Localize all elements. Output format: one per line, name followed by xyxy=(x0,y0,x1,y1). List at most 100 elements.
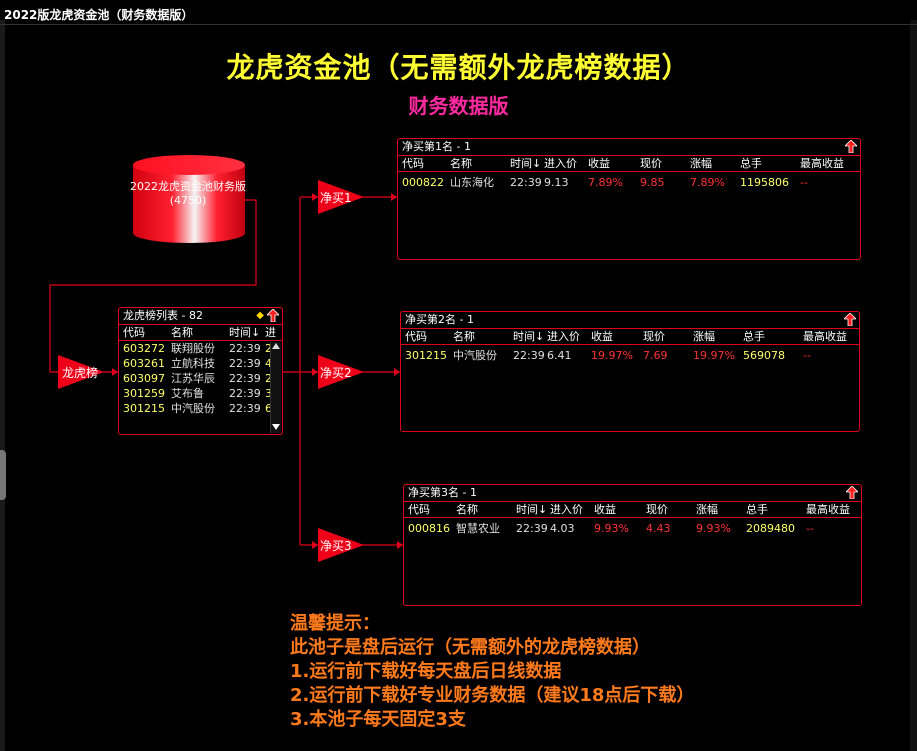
buy1-node-label[interactable]: 净买1 xyxy=(320,189,352,206)
column-header-cell[interactable]: 收益 xyxy=(594,502,616,517)
column-header-cell[interactable]: 进入价 xyxy=(544,156,577,171)
arrow-up-icon[interactable] xyxy=(844,313,856,326)
table-cell: 603097 xyxy=(123,372,165,385)
column-header-cell[interactable]: 收益 xyxy=(591,329,613,344)
table-row[interactable]: 000816 智慧农业 22:39 4.03 9.93% 4.43 9.93% 2089480… xyxy=(404,521,861,536)
result-panel-2: 净买第2名 - 1 代码 名称 时间↓ 进入价 收益 现价 涨幅 总手 最高收益 301215 中汽股… xyxy=(400,311,860,432)
column-header-cell[interactable]: 总手 xyxy=(740,156,762,171)
table-cell: 22:39 xyxy=(229,342,261,355)
col-entry[interactable]: 进 xyxy=(265,325,276,340)
table-cell: 7.89% xyxy=(588,176,623,189)
column-header-cell[interactable]: 名称 xyxy=(450,156,472,171)
result-panel-title: 净买第1名 - 1 xyxy=(402,140,471,153)
tips-line-4: 3.本池子每天固定3支 xyxy=(290,709,466,730)
tips-heading: 温馨提示： xyxy=(290,613,380,634)
table-cell: 301215 xyxy=(123,402,165,415)
table-cell: -- xyxy=(803,349,811,362)
column-header-cell[interactable]: 代码 xyxy=(402,156,424,171)
lhb-node-label[interactable]: 龙虎榜 xyxy=(62,364,98,381)
column-header-cell[interactable]: 总手 xyxy=(743,329,765,344)
table-row[interactable]: 301215 中汽股份 22:39 6.41 19.97% 7.69 19.97% 56907… xyxy=(401,348,859,363)
column-header-cell[interactable]: 总手 xyxy=(746,502,768,517)
table-cell: 9.13 xyxy=(544,176,569,189)
table-cell: 301259 xyxy=(123,387,165,400)
column-header-cell[interactable]: 代码 xyxy=(405,329,427,344)
table-cell: 603261 xyxy=(123,357,165,370)
table-cell: -- xyxy=(800,176,808,189)
scroll-down-icon[interactable] xyxy=(271,423,281,431)
column-header-cell[interactable]: 最高收益 xyxy=(806,502,850,517)
lhb-list-rows: 603272 联翔股份 22:39 2 603261 立航科技 22:39 4 603097 江苏… xyxy=(119,341,282,416)
column-header-cell[interactable]: 进入价 xyxy=(547,329,580,344)
column-header-cell[interactable]: 收益 xyxy=(588,156,610,171)
table-cell: 6.41 xyxy=(547,349,572,362)
table-cell: 19.97% xyxy=(693,349,735,362)
arrow-up-icon[interactable] xyxy=(846,486,858,499)
col-name[interactable]: 名称 xyxy=(171,325,193,340)
column-header-cell[interactable]: 名称 xyxy=(456,502,478,517)
table-row[interactable]: 603097 江苏华辰 22:39 2 xyxy=(119,371,282,386)
lhb-list-scrollbar[interactable] xyxy=(270,342,281,433)
buy3-node-label[interactable]: 净买3 xyxy=(320,537,352,554)
column-header-cell[interactable]: 现价 xyxy=(646,502,668,517)
result-column-header: 代码 名称 时间↓ 进入价 收益 现价 涨幅 总手 最高收益 xyxy=(404,502,861,518)
source-pool-label[interactable]: 2022龙虎资金池财务版 (4750) xyxy=(128,180,248,208)
arrow-up-icon[interactable] xyxy=(845,140,857,153)
table-cell: 江苏华辰 xyxy=(171,372,215,385)
col-time[interactable]: 时间↓ xyxy=(229,325,260,340)
table-cell: 山东海化 xyxy=(450,176,494,189)
column-header-cell[interactable]: 时间↓ xyxy=(510,156,541,171)
arrow-up-icon[interactable] xyxy=(267,309,279,322)
column-header-cell[interactable]: 代码 xyxy=(408,502,430,517)
tips-block: 温馨提示： 此池子是盘后运行（无需额外的龙虎榜数据） 1.运行前下载好每天盘后日… xyxy=(290,612,694,732)
result-column-header: 代码 名称 时间↓ 进入价 收益 现价 涨幅 总手 最高收益 xyxy=(401,329,859,345)
table-cell: 22:39 xyxy=(510,176,542,189)
column-header-cell[interactable]: 名称 xyxy=(453,329,475,344)
table-cell: 22:39 xyxy=(513,349,545,362)
diamond-icon[interactable]: ◆ xyxy=(256,308,264,324)
table-row[interactable]: 603261 立航科技 22:39 4 xyxy=(119,356,282,371)
result-panel-header: 净买第2名 - 1 xyxy=(401,312,859,329)
table-cell: -- xyxy=(806,522,814,535)
result-panel-3: 净买第3名 - 1 代码 名称 时间↓ 进入价 收益 现价 涨幅 总手 最高收益 000816 智慧农… xyxy=(403,484,862,606)
table-cell: 4.43 xyxy=(646,522,671,535)
column-header-cell[interactable]: 进入价 xyxy=(550,502,583,517)
source-pool-count: (4750) xyxy=(169,194,207,207)
col-code[interactable]: 代码 xyxy=(123,325,145,340)
table-row[interactable]: 603272 联翔股份 22:39 2 xyxy=(119,341,282,356)
column-header-cell[interactable]: 现价 xyxy=(640,156,662,171)
lhb-list-header: 龙虎榜列表 - 82 ◆ xyxy=(119,308,282,325)
result-panel-title: 净买第2名 - 1 xyxy=(405,313,474,326)
table-cell: 22:39 xyxy=(516,522,548,535)
result-panel-1: 净买第1名 - 1 代码 名称 时间↓ 进入价 收益 现价 涨幅 总手 最高收益 000822 山东海… xyxy=(397,138,861,260)
table-row[interactable]: 000822 山东海化 22:39 9.13 7.89% 9.85 7.89% 1195806… xyxy=(398,175,860,190)
scroll-up-icon[interactable] xyxy=(271,342,281,350)
column-header-cell[interactable]: 涨幅 xyxy=(693,329,715,344)
buy2-node-label[interactable]: 净买2 xyxy=(320,364,352,381)
table-row[interactable]: 301259 艾布鲁 22:39 3 xyxy=(119,386,282,401)
column-header-cell[interactable]: 时间↓ xyxy=(516,502,547,517)
column-header-cell[interactable]: 现价 xyxy=(643,329,665,344)
table-cell: 7.69 xyxy=(643,349,668,362)
table-cell: 智慧农业 xyxy=(456,522,500,535)
column-header-cell[interactable]: 时间↓ xyxy=(513,329,544,344)
tips-line-1: 此池子是盘后运行（无需额外的龙虎榜数据） xyxy=(290,637,650,658)
table-row[interactable]: 301215 中汽股份 22:39 6 xyxy=(119,401,282,416)
column-header-cell[interactable]: 涨幅 xyxy=(696,502,718,517)
table-cell: 22:39 xyxy=(229,372,261,385)
tips-line-3: 2.运行前下载好专业财务数据（建议18点后下载） xyxy=(290,685,695,706)
table-cell: 联翔股份 xyxy=(171,342,215,355)
column-header-cell[interactable]: 涨幅 xyxy=(690,156,712,171)
lhb-list-panel: 龙虎榜列表 - 82 ◆ 代码 名称 时间↓ 进 603272 联翔股份 22:39… xyxy=(118,307,283,435)
table-cell: 569078 xyxy=(743,349,785,362)
column-header-cell[interactable]: 最高收益 xyxy=(803,329,847,344)
table-cell: 22:39 xyxy=(229,357,261,370)
column-header-cell[interactable]: 最高收益 xyxy=(800,156,844,171)
table-cell: 9.85 xyxy=(640,176,665,189)
table-cell: 22:39 xyxy=(229,402,261,415)
source-pool-name: 2022龙虎资金池财务版 xyxy=(130,180,246,193)
table-cell: 1195806 xyxy=(740,176,789,189)
table-cell: 7.89% xyxy=(690,176,725,189)
table-cell: 22:39 xyxy=(229,387,261,400)
result-column-header: 代码 名称 时间↓ 进入价 收益 现价 涨幅 总手 最高收益 xyxy=(398,156,860,172)
